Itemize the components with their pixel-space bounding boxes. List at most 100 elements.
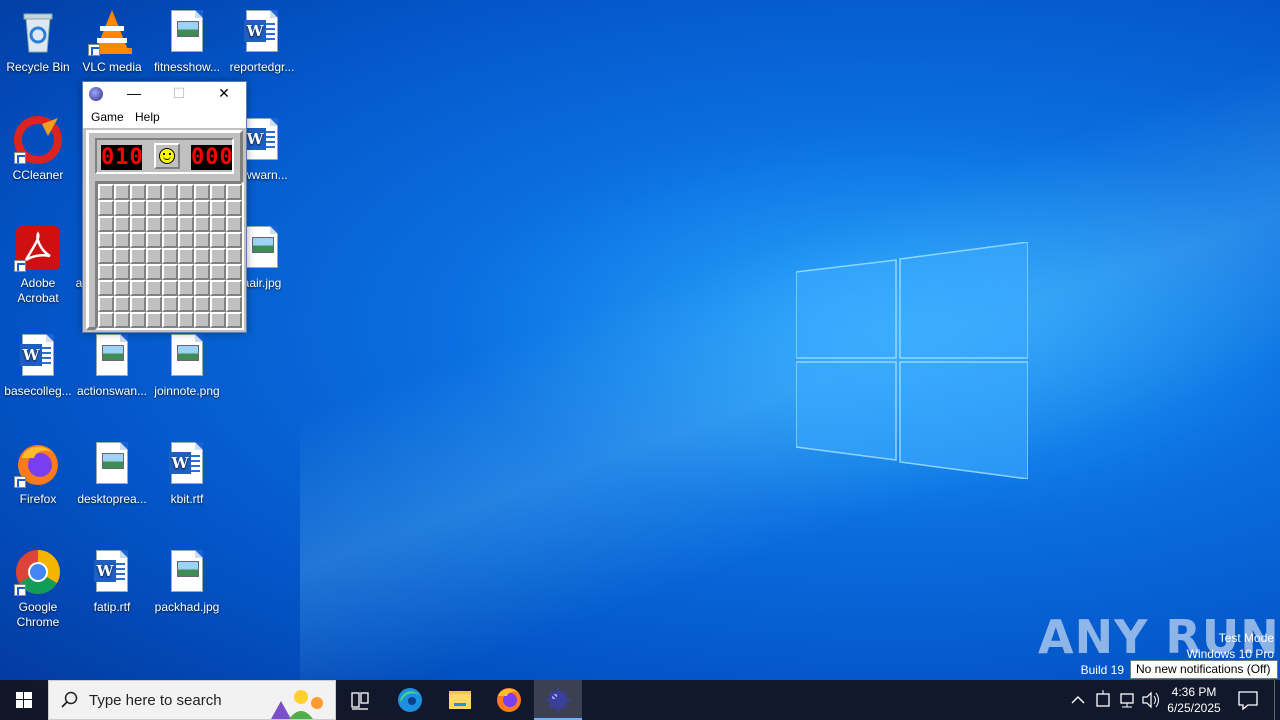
mine-cell[interactable] [146, 296, 162, 312]
mine-cell[interactable] [226, 232, 242, 248]
mine-cell[interactable] [98, 216, 114, 232]
desktop-icon-kbit[interactable]: W kbit.rtf [149, 440, 225, 507]
mine-cell[interactable] [130, 280, 146, 296]
show-hidden-icons-button[interactable] [1068, 680, 1088, 720]
desktop-icon-joinnote[interactable]: joinnote.png [149, 332, 225, 399]
mine-cell[interactable] [178, 232, 194, 248]
mine-cell[interactable] [130, 200, 146, 216]
mine-cell[interactable] [162, 216, 178, 232]
mine-cell[interactable] [130, 184, 146, 200]
mine-cell[interactable] [114, 184, 130, 200]
taskbar-search-box[interactable]: Type here to search [48, 680, 336, 720]
mine-cell[interactable] [178, 200, 194, 216]
volume-button[interactable] [1140, 680, 1162, 720]
desktop-icon-adobe-acrobat[interactable]: Adobe Acrobat [0, 224, 76, 306]
tray-app-button[interactable] [1092, 680, 1114, 720]
mine-cell[interactable] [210, 184, 226, 200]
mine-cell[interactable] [114, 296, 130, 312]
mine-cell[interactable] [114, 312, 130, 328]
mine-cell[interactable] [114, 248, 130, 264]
mine-cell[interactable] [114, 232, 130, 248]
mine-cell[interactable] [210, 312, 226, 328]
mine-cell[interactable] [130, 264, 146, 280]
mine-cell[interactable] [178, 280, 194, 296]
mine-cell[interactable] [146, 184, 162, 200]
new-game-smiley-button[interactable] [154, 143, 180, 169]
mine-cell[interactable] [210, 296, 226, 312]
mine-cell[interactable] [178, 216, 194, 232]
mine-cell[interactable] [194, 184, 210, 200]
start-button[interactable] [0, 680, 48, 720]
mine-cell[interactable] [210, 264, 226, 280]
mine-cell[interactable] [146, 248, 162, 264]
desktop-icon-desktoprea[interactable]: desktoprea... [74, 440, 150, 507]
mine-cell[interactable] [162, 296, 178, 312]
desktop-icon-actionswan[interactable]: actionswan... [74, 332, 150, 399]
taskbar-firefox[interactable] [485, 680, 533, 720]
mine-cell[interactable] [210, 232, 226, 248]
desktop-icon-fitnesshow[interactable]: fitnesshow... [149, 8, 225, 75]
mine-cell[interactable] [146, 264, 162, 280]
desktop-icon-vlc[interactable]: VLC media player [74, 8, 150, 75]
mine-cell[interactable] [162, 200, 178, 216]
mine-cell[interactable] [146, 216, 162, 232]
mine-cell[interactable] [194, 248, 210, 264]
mine-cell[interactable] [226, 312, 242, 328]
mine-cell[interactable] [162, 232, 178, 248]
mine-cell[interactable] [98, 280, 114, 296]
mine-cell[interactable] [146, 312, 162, 328]
mine-cell[interactable] [194, 296, 210, 312]
minimize-button[interactable]: — [113, 82, 155, 106]
title-bar[interactable]: — ☐ ✕ [83, 82, 246, 106]
mine-cell[interactable] [114, 280, 130, 296]
desktop-icon-fatip[interactable]: W fatip.rtf [74, 548, 150, 615]
mine-cell[interactable] [130, 216, 146, 232]
show-desktop-button[interactable] [1274, 680, 1280, 720]
desktop-icon-firefox[interactable]: Firefox [0, 440, 76, 507]
mine-cell[interactable] [146, 280, 162, 296]
close-button[interactable]: ✕ [203, 82, 245, 106]
mine-cell[interactable] [178, 248, 194, 264]
maximize-button[interactable]: ☐ [158, 82, 200, 106]
mine-cell[interactable] [226, 280, 242, 296]
taskbar-file-explorer[interactable] [436, 680, 484, 720]
mine-cell[interactable] [162, 184, 178, 200]
taskbar-minesweeper[interactable] [534, 680, 582, 720]
mine-cell[interactable] [210, 200, 226, 216]
mine-cell[interactable] [130, 312, 146, 328]
mine-cell[interactable] [210, 216, 226, 232]
mine-cell[interactable] [226, 184, 242, 200]
action-center-button[interactable] [1228, 680, 1268, 720]
mine-cell[interactable] [194, 264, 210, 280]
menu-game[interactable]: Game [91, 110, 124, 124]
mine-cell[interactable] [178, 264, 194, 280]
mine-cell[interactable] [98, 200, 114, 216]
mine-cell[interactable] [194, 216, 210, 232]
mine-cell[interactable] [162, 312, 178, 328]
mine-cell[interactable] [178, 296, 194, 312]
desktop-icon-reportedgr[interactable]: W reportedgr... [224, 8, 300, 75]
mine-cell[interactable] [162, 280, 178, 296]
desktop-icon-recycle-bin[interactable]: Recycle Bin [0, 8, 76, 75]
network-button[interactable] [1116, 680, 1138, 720]
desktop-icon-ccleaner[interactable]: CCleaner [0, 116, 76, 183]
mine-cell[interactable] [98, 248, 114, 264]
mine-cell[interactable] [130, 296, 146, 312]
mine-cell[interactable] [226, 200, 242, 216]
mine-cell[interactable] [226, 296, 242, 312]
mine-cell[interactable] [114, 200, 130, 216]
mine-cell[interactable] [130, 248, 146, 264]
minesweeper-window[interactable]: — ☐ ✕ Game Help 010 000 [82, 81, 247, 333]
mine-cell[interactable] [210, 280, 226, 296]
taskbar-edge[interactable] [386, 680, 434, 720]
mine-cell[interactable] [210, 248, 226, 264]
mine-cell[interactable] [98, 184, 114, 200]
mine-cell[interactable] [146, 200, 162, 216]
mine-cell[interactable] [178, 312, 194, 328]
mine-cell[interactable] [194, 232, 210, 248]
desktop-icon-google-chrome[interactable]: Google Chrome [0, 548, 76, 630]
mine-cell[interactable] [226, 216, 242, 232]
mine-cell[interactable] [98, 296, 114, 312]
mine-cell[interactable] [178, 184, 194, 200]
mine-cell[interactable] [98, 232, 114, 248]
